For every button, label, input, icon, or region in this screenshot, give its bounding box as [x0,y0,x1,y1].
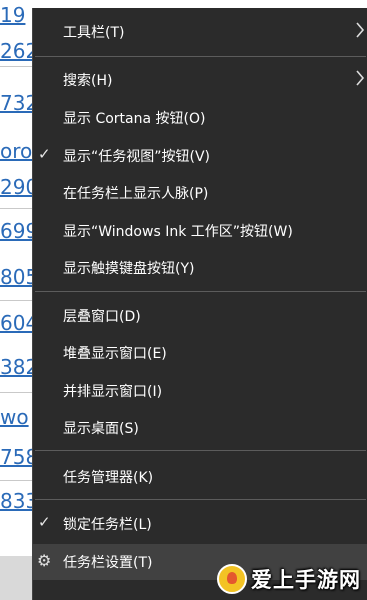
background-link-fragment: wo [0,405,29,429]
background-link-fragment: 805 [0,265,32,289]
menu-item-side-by-side-windows[interactable]: 并排显示窗口(I) [33,373,367,409]
watermark-logo-icon [217,564,247,594]
menu-item-lock-taskbar[interactable]: ✓ 锁定任务栏(L) [33,506,367,542]
background-link-fragment: 19 [0,3,26,27]
menu-item-stack-windows[interactable]: 堆叠显示窗口(E) [33,335,367,371]
menu-item-show-people[interactable]: 在任务栏上显示人脉(P) [33,175,367,211]
background-link-fragment: 833 [0,489,32,513]
menu-item-label: 搜索(H) [63,73,113,89]
menu-item-label: 任务栏设置(T) [63,555,153,571]
menu-item-task-manager[interactable]: 任务管理器(K) [33,459,367,495]
menu-item-show-cortana-button[interactable]: 显示 Cortana 按钮(O) [33,100,367,136]
taskbar-context-menu: 工具栏(T) 搜索(H) 显示 Cortana 按钮(O) ✓ 显示“任务视图”… [32,8,367,600]
menu-item-label: 在任务栏上显示人脉(P) [63,186,209,202]
background-link-fragment: 290 [0,175,32,199]
chevron-right-icon [356,70,365,86]
background-divider [0,208,32,209]
menu-item-label: 工具栏(T) [63,25,125,41]
menu-item-label: 层叠窗口(D) [63,309,141,325]
menu-item-show-task-view-button[interactable]: ✓ 显示“任务视图”按钮(V) [33,138,367,174]
menu-item-label: 显示触摸键盘按钮(Y) [63,261,195,277]
background-link-fragment: 604 [0,311,32,335]
background-link-fragment: 732 [0,91,32,115]
watermark-text: 爱上手游网 [251,568,361,592]
background-link-fragment: oro [0,139,32,163]
menu-separator [35,291,366,292]
background-link-fragment: 699 [0,219,32,243]
menu-item-show-desktop[interactable]: 显示桌面(S) [33,410,367,446]
menu-item-label: 锁定任务栏(L) [63,517,152,533]
menu-item-label: 显示“任务视图”按钮(V) [63,149,211,165]
background-link-fragment: 382 [0,355,32,379]
menu-item-label: 并排显示窗口(I) [63,384,163,400]
menu-item-label: 显示 Cortana 按钮(O) [63,111,206,127]
menu-item-show-windows-ink-button[interactable]: 显示“Windows Ink 工作区”按钮(W) [33,213,367,249]
menu-separator [35,56,366,57]
checkmark-icon: ✓ [38,513,51,531]
menu-item-show-touch-keyboard-button[interactable]: 显示触摸键盘按钮(Y) [33,250,367,286]
background-divider [0,300,32,301]
background-divider [0,480,32,481]
menu-item-label: 任务管理器(K) [63,470,154,486]
chevron-right-icon [356,22,365,38]
background-link-fragment: 758 [0,445,32,469]
menu-item-label: 堆叠显示窗口(E) [63,346,167,362]
menu-separator [35,499,366,500]
taskbar-edge [0,556,32,600]
watermark: 爱上手游网 [217,562,361,596]
gear-icon: ⚙ [37,551,52,570]
menu-item-cascade-windows[interactable]: 层叠窗口(D) [33,298,367,334]
menu-item-search[interactable]: 搜索(H) [33,62,367,98]
menu-separator [35,450,366,451]
background-page: 19 262 732 oro 290 699 805 604 382 wo 75… [0,0,32,600]
background-link-fragment: 262 [0,39,32,63]
menu-item-label: 显示“Windows Ink 工作区”按钮(W) [63,224,293,240]
checkmark-icon: ✓ [38,145,51,163]
menu-item-label: 显示桌面(S) [63,421,139,437]
background-divider [0,392,32,393]
background-divider [0,66,32,67]
menu-item-toolbars[interactable]: 工具栏(T) [33,14,367,50]
